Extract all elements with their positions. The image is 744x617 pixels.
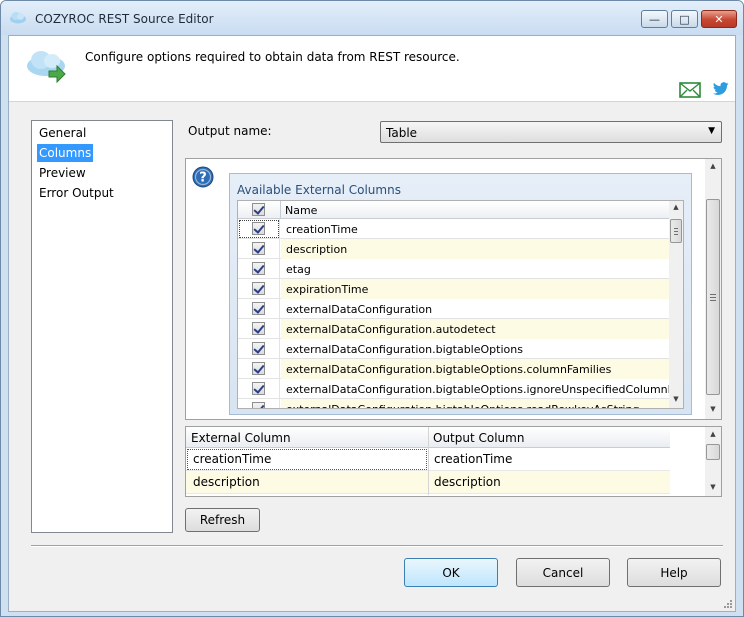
column-name: externalDataConfiguration.autodetect xyxy=(281,319,669,339)
footer-separator xyxy=(31,545,723,547)
column-name: externalDataConfiguration.bigtableOption… xyxy=(286,383,669,396)
column-name: description xyxy=(281,239,669,259)
output-column-header[interactable]: Output Column xyxy=(433,431,524,445)
dropdown-arrow-icon[interactable]: ▼ xyxy=(708,126,715,136)
twitter-icon[interactable] xyxy=(713,82,729,96)
column-checkbox[interactable] xyxy=(252,282,265,295)
list-item[interactable]: description xyxy=(238,239,669,259)
designer-scroll-thumb[interactable] xyxy=(706,199,720,395)
cloud-icon xyxy=(10,12,26,24)
column-checkbox[interactable] xyxy=(252,322,265,335)
list-item[interactable]: externalDataConfiguration.bigtableOption… xyxy=(238,339,669,359)
column-checkbox[interactable] xyxy=(252,362,265,375)
columns-designer: ? Available External Columns Name creati… xyxy=(185,158,722,420)
mail-icon[interactable] xyxy=(679,82,701,98)
editor-window: COZYROC REST Source Editor — □ ✕ Configu… xyxy=(0,0,744,617)
cloud-arrow-icon xyxy=(27,51,66,84)
dialog-client: Configure options required to obtain dat… xyxy=(8,35,736,612)
ok-button[interactable]: OK xyxy=(404,558,498,587)
window-title: COZYROC REST Source Editor xyxy=(35,12,214,26)
nav-item-error-output[interactable]: Error Output xyxy=(37,184,116,202)
help-icon[interactable]: ? xyxy=(192,166,214,188)
available-columns-group: Available External Columns Name creation… xyxy=(229,173,692,415)
column-checkbox[interactable] xyxy=(252,402,265,408)
list-item[interactable]: externalDataConfiguration.autodetect xyxy=(238,319,669,339)
list-item[interactable]: externalDataConfiguration.bigtableOption… xyxy=(238,399,669,408)
column-name: externalDataConfiguration.bigtableOption… xyxy=(281,359,669,379)
resize-grip-icon[interactable] xyxy=(723,599,733,609)
grid-header: Name xyxy=(238,201,669,219)
column-checkbox[interactable] xyxy=(252,342,265,355)
designer-scrollbar[interactable]: ▲ ▼ xyxy=(705,159,721,419)
column-mapping-grid: External Column Output Column creationTi… xyxy=(185,426,722,497)
nav-item-general[interactable]: General xyxy=(37,124,88,142)
list-item[interactable]: externalDataConfiguration xyxy=(238,299,669,319)
list-item[interactable]: etag xyxy=(238,259,669,279)
checkbox-cell xyxy=(238,279,280,299)
minimize-button[interactable]: — xyxy=(641,10,668,28)
scroll-up-arrow[interactable]: ▲ xyxy=(705,162,721,170)
scroll-down-arrow[interactable]: ▼ xyxy=(705,483,721,491)
help-button[interactable]: Help xyxy=(627,558,721,587)
header-banner: Configure options required to obtain dat… xyxy=(9,36,735,101)
scroll-up-arrow[interactable]: ▲ xyxy=(705,430,721,438)
output-column-cell[interactable]: description xyxy=(434,475,501,489)
checkbox-cell xyxy=(238,259,280,279)
column-checkbox[interactable] xyxy=(252,262,265,275)
close-button[interactable]: ✕ xyxy=(701,10,737,28)
column-name: externalDataConfiguration.bigtableOption… xyxy=(281,399,669,408)
scroll-down-arrow[interactable]: ▼ xyxy=(669,395,683,403)
list-item[interactable]: externalDataConfiguration.bigtableOption… xyxy=(238,379,669,399)
select-all-checkbox[interactable] xyxy=(252,203,265,216)
checkbox-cell xyxy=(238,379,280,399)
column-checkbox[interactable] xyxy=(252,302,265,315)
nav-item-preview[interactable]: Preview xyxy=(37,164,88,182)
page-list: General Columns Preview Error Output xyxy=(31,120,173,533)
grid-scroll-thumb[interactable] xyxy=(670,219,682,243)
output-column-cell[interactable]: creationTime xyxy=(434,452,512,466)
list-item[interactable]: creationTime xyxy=(238,219,669,239)
scroll-up-arrow[interactable]: ▲ xyxy=(669,203,683,211)
scroll-down-arrow[interactable]: ▼ xyxy=(705,405,721,413)
output-name-select[interactable]: Table ▼ xyxy=(380,121,722,143)
available-columns-grid: Name creationTime description etag expirati… xyxy=(237,200,684,409)
column-checkbox[interactable] xyxy=(252,222,265,235)
checkbox-cell xyxy=(238,299,280,319)
external-column-header[interactable]: External Column xyxy=(191,431,291,445)
external-column-cell[interactable]: creationTime xyxy=(193,452,271,466)
column-name: expirationTime xyxy=(281,279,669,299)
header-description: Configure options required to obtain dat… xyxy=(85,50,460,64)
column-checkbox[interactable] xyxy=(252,242,265,255)
column-name: externalDataConfiguration xyxy=(286,303,433,316)
available-columns-title: Available External Columns xyxy=(237,183,401,197)
header-separator xyxy=(9,101,735,102)
cancel-button[interactable]: Cancel xyxy=(516,558,610,587)
checkbox-cell xyxy=(238,339,280,359)
mapping-scroll-thumb[interactable] xyxy=(706,444,720,460)
nav-item-columns[interactable]: Columns xyxy=(37,144,94,162)
column-name: creationTime xyxy=(286,223,358,236)
checkbox-cell xyxy=(238,239,280,259)
list-item[interactable]: externalDataConfiguration.bigtableOption… xyxy=(238,359,669,379)
output-name-label: Output name: xyxy=(188,124,272,138)
name-column-header[interactable]: Name xyxy=(285,204,317,217)
list-item[interactable]: expirationTime xyxy=(238,279,669,299)
grid-scrollbar[interactable]: ▲ ▼ xyxy=(669,201,683,408)
checkbox-cell xyxy=(238,319,280,339)
external-column-cell[interactable]: description xyxy=(193,475,260,489)
checkbox-cell xyxy=(238,359,280,379)
column-checkbox[interactable] xyxy=(252,382,265,395)
svg-text:?: ? xyxy=(199,171,207,186)
output-name-value: Table xyxy=(386,126,418,140)
refresh-button[interactable]: Refresh xyxy=(185,508,260,532)
column-name: externalDataConfiguration.bigtableOption… xyxy=(286,343,523,356)
title-bar: COZYROC REST Source Editor — □ ✕ xyxy=(1,1,743,35)
checkbox-cell xyxy=(238,399,280,408)
checkbox-cell xyxy=(238,219,280,239)
maximize-button[interactable]: □ xyxy=(671,10,698,28)
mapping-scrollbar[interactable]: ▲ ▼ xyxy=(705,427,721,496)
column-name: etag xyxy=(286,263,311,276)
